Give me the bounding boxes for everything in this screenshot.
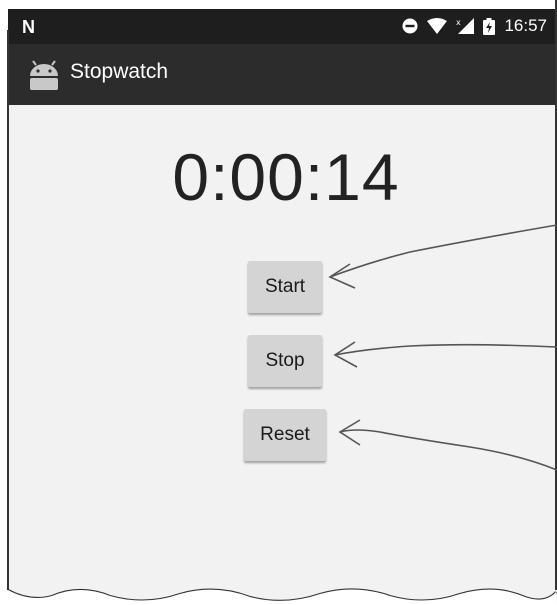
status-icons: x 16:57 <box>402 16 547 36</box>
action-bar: Stopwatch <box>8 44 557 105</box>
stopwatch-screen: 0:00:14 Start Stop Reset <box>8 105 557 605</box>
stop-button[interactable]: Stop <box>248 335 322 387</box>
status-clock: 16:57 <box>504 16 547 35</box>
phone-screen: N x 16:57 Stopwatch 0:00:14 Start Stop R… <box>8 9 557 605</box>
svg-text:x: x <box>456 18 461 27</box>
cell-signal-icon: x <box>456 18 475 34</box>
battery-charging-icon <box>483 17 496 35</box>
app-title: Stopwatch <box>70 60 169 83</box>
android-icon <box>28 60 60 95</box>
wifi-icon <box>427 18 448 34</box>
status-bar: N x 16:57 <box>8 9 557 44</box>
notification-n-icon: N <box>22 17 35 37</box>
start-button[interactable]: Start <box>248 261 322 313</box>
time-display: 0:00:14 <box>172 140 400 214</box>
do-not-disturb-icon <box>402 18 418 34</box>
reset-button[interactable]: Reset <box>244 409 326 461</box>
